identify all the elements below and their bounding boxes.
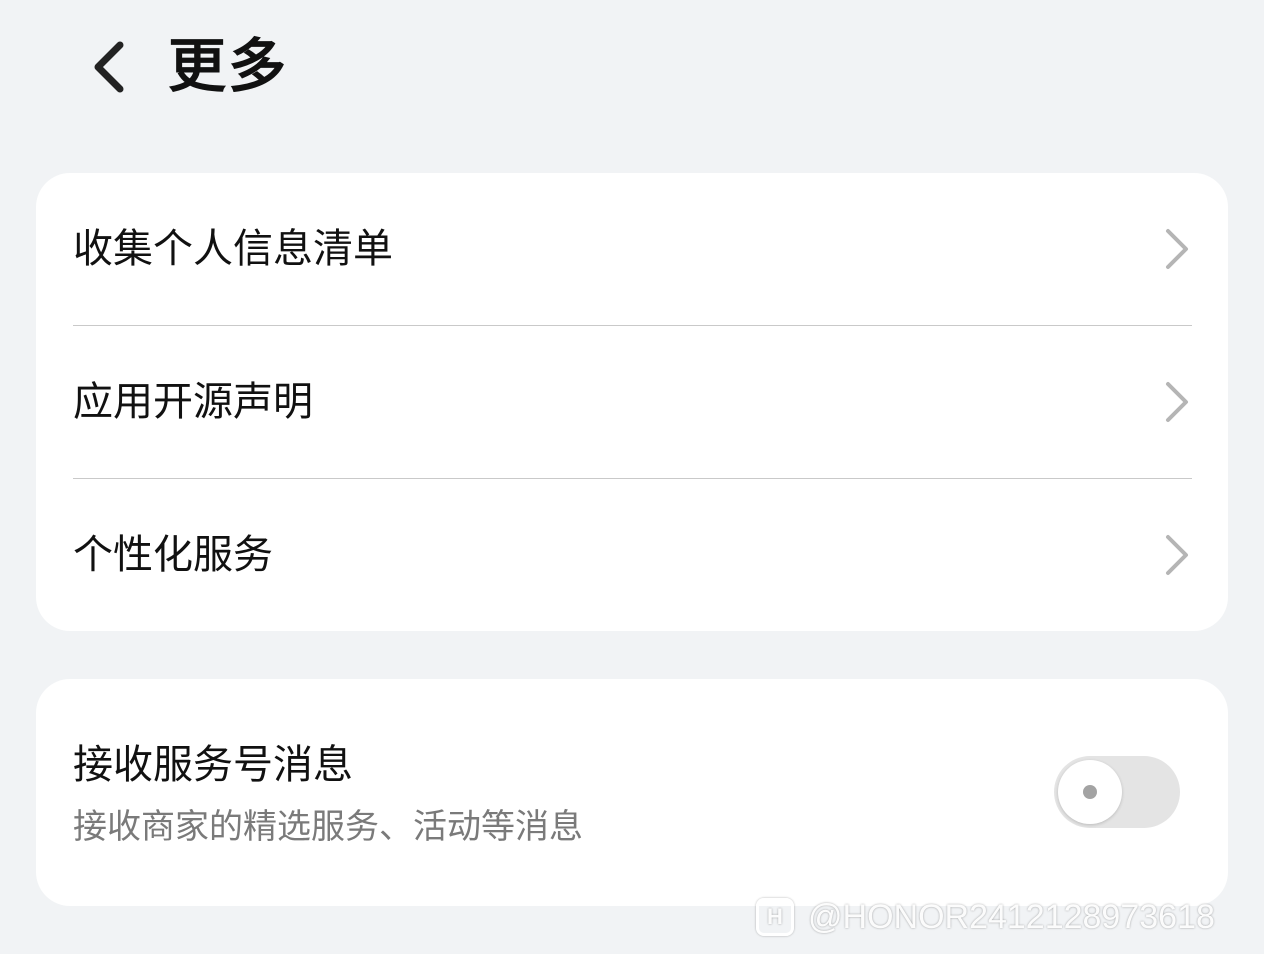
links-card: 收集个人信息清单 应用开源声明 个性化服务 (36, 173, 1228, 631)
title-bar: 更多 (0, 0, 1264, 140)
chevron-right-icon (1158, 223, 1194, 275)
toggle-dot (1083, 785, 1097, 799)
list-item-label: 应用开源声明 (73, 379, 313, 425)
list-item-personalized-service[interactable]: 个性化服务 (36, 479, 1228, 631)
chevron-right-icon (1158, 376, 1194, 428)
toggle-knob (1058, 760, 1122, 824)
service-message-card: 接收服务号消息 接收商家的精选服务、活动等消息 (36, 679, 1228, 906)
honor-logo-icon: H (756, 898, 794, 936)
chevron-left-icon (94, 41, 124, 93)
list-item-label: 收集个人信息清单 (73, 226, 393, 272)
watermark: H @HONOR2412128973618 (756, 894, 1215, 940)
watermark-text: @HONOR2412128973618 (808, 897, 1215, 936)
page-title: 更多 (168, 32, 289, 100)
back-button[interactable] (78, 34, 138, 100)
list-item-label: 个性化服务 (73, 532, 273, 578)
setting-description: 接收商家的精选服务、活动等消息 (73, 807, 583, 847)
chevron-right-icon (1158, 529, 1194, 581)
setting-title: 接收服务号消息 (73, 742, 353, 788)
list-item-personal-info-list[interactable]: 收集个人信息清单 (36, 173, 1228, 325)
service-message-toggle[interactable] (1054, 756, 1180, 828)
list-item-open-source-notice[interactable]: 应用开源声明 (36, 326, 1228, 478)
